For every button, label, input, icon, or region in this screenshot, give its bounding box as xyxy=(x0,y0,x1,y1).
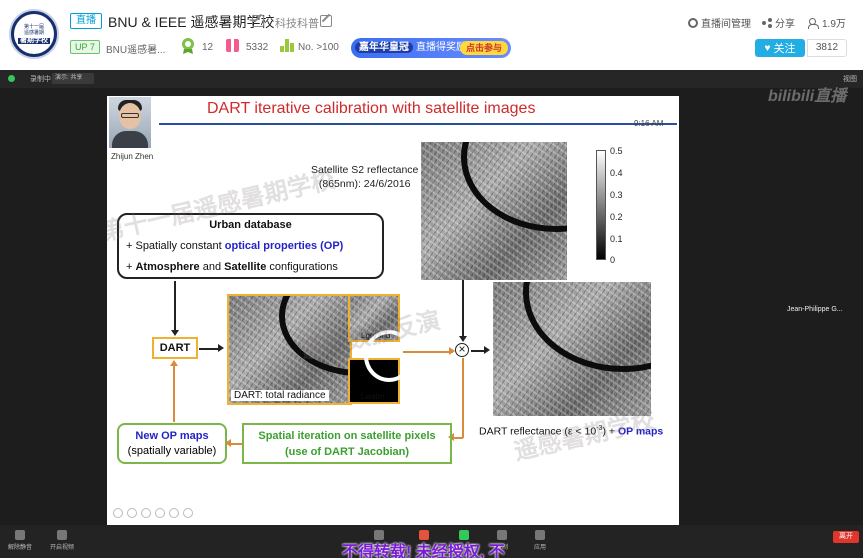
medal-count: 12 xyxy=(202,42,214,53)
promo-button[interactable]: 点击参与 xyxy=(459,41,508,55)
dart-reflectance-image xyxy=(493,282,651,416)
spatial-iteration-box: Spatial iteration on satellite pixels (u… xyxy=(242,423,452,464)
heart-icon: ♥ xyxy=(764,42,771,54)
side-participant-name: Jean-Philippe G... xyxy=(787,306,843,313)
arrow-head xyxy=(170,360,178,366)
room-header: 第十一届 遥感暑期 暑期学校 直播 BNU & IEEE 遥感暑期学校 科技科普… xyxy=(0,0,863,70)
camera-icon xyxy=(57,530,67,540)
dart-radiance-label: DART: total radiance xyxy=(231,390,329,401)
arrow-head xyxy=(484,346,490,354)
gift-count: 5332 xyxy=(246,42,269,53)
viewer-count: 1.9万 xyxy=(808,15,846,30)
room-manage-label: 直播间管理 xyxy=(701,19,751,30)
colorbar-tick: 0.5 xyxy=(610,146,623,156)
arrow-head xyxy=(171,330,179,336)
live-tag: 直播 xyxy=(70,13,102,29)
slide-controls[interactable] xyxy=(113,508,193,518)
arrow-dart-to-radiance xyxy=(199,348,219,350)
start-video-button[interactable]: 开启视频 xyxy=(50,530,74,551)
arrow-radiance-to-otimes xyxy=(403,351,453,353)
unmute-button[interactable]: 解除静音 xyxy=(8,530,32,551)
next-slide-icon[interactable] xyxy=(127,508,137,518)
colorbar-tick: 0.3 xyxy=(610,190,623,200)
apps-icon xyxy=(535,530,545,540)
presenter-video xyxy=(109,97,151,148)
bilibili-live-watermark: bilibili直播 xyxy=(768,88,847,105)
satellite-reflectance-image xyxy=(421,142,567,280)
logo-line3: 暑期学校 xyxy=(18,37,50,44)
gear-icon xyxy=(688,17,698,28)
viewer-count-label: 1.9万 xyxy=(822,19,846,30)
spatial-line2: (use of DART Jacobian) xyxy=(284,446,410,458)
edit-area-icon[interactable] xyxy=(320,15,332,27)
new-op-line2: (spatially variable) xyxy=(127,445,217,457)
arrow-to-spatial xyxy=(453,437,463,439)
arrow-sat-to-otimes xyxy=(462,280,464,336)
share-label: 分享 xyxy=(775,19,795,30)
logo-line2: 遥感暑期 xyxy=(23,30,44,36)
follow-count: 3812 xyxy=(807,39,847,57)
room-title: BNU & IEEE 遥感暑期学校 xyxy=(108,14,275,30)
share-icon xyxy=(762,17,772,28)
gift-icon xyxy=(226,39,239,52)
arrow-spatial-to-op xyxy=(229,443,243,445)
danmaku-comment: 不得转载! 未经授权, 不 xyxy=(342,544,505,558)
area-label[interactable]: 科技科普 xyxy=(275,15,319,31)
up-name[interactable]: BNU遥感暑... xyxy=(106,41,165,56)
people-icon xyxy=(808,17,819,29)
rank-icon xyxy=(280,39,294,52)
colorbar-tick: 0.1 xyxy=(610,234,623,244)
live-room: 第十一届 遥感暑期 暑期学校 直播 BNU & IEEE 遥感暑期学校 科技科普… xyxy=(0,0,863,558)
live-video-player[interactable]: 录制中 演示: 共享 视图 bilibili直播 Jean-Philippe G… xyxy=(0,70,863,558)
prev-slide-icon[interactable] xyxy=(113,508,123,518)
arrow-db-to-dart xyxy=(174,281,176,331)
up-level-badge: UP 7 xyxy=(70,40,100,54)
leave-button[interactable]: 离开 xyxy=(833,531,859,543)
meeting-top-bar: 录制中 演示: 共享 视图 xyxy=(0,70,863,88)
promo-title: 嘉年华皇冠 xyxy=(355,42,413,53)
pen-icon[interactable] xyxy=(141,508,151,518)
edit-title-icon[interactable] xyxy=(252,15,264,27)
new-op-line1: New OP maps xyxy=(135,430,209,442)
dart-box: DART xyxy=(152,337,198,359)
zoom-icon[interactable] xyxy=(169,508,179,518)
colorbar-tick: 0.4 xyxy=(610,168,623,178)
colorbar-tick: 0 xyxy=(610,255,616,265)
room-manage-button[interactable]: 直播间管理 xyxy=(688,15,751,30)
arrow-otimes-to-refl xyxy=(471,350,485,352)
apps-button[interactable]: 应用 xyxy=(534,530,546,551)
recording-dot-icon xyxy=(8,75,15,82)
presenter-name: Zhijun Zhen xyxy=(111,152,154,161)
more-icon[interactable] xyxy=(183,508,193,518)
rank-text: No. >100 xyxy=(298,42,339,53)
promo-banner[interactable]: 嘉年华皇冠 直播得奖励! 点击参与 xyxy=(351,38,511,58)
l-water-label: Lwater xyxy=(361,392,386,401)
urban-db-line2: + Atmosphere and Satellite configuration… xyxy=(126,261,338,273)
arrow-head xyxy=(218,344,224,352)
arrow-otimes-down xyxy=(462,358,464,438)
share-button[interactable]: 分享 xyxy=(762,15,795,30)
copy-icon[interactable] xyxy=(155,508,165,518)
arrow-head xyxy=(225,439,231,447)
presentation-slide: Zhijun Zhen DART iterative calibration w… xyxy=(107,96,679,525)
medal-icon xyxy=(182,38,194,54)
colorbar-tick: 0.2 xyxy=(610,212,623,222)
colorbar xyxy=(596,150,606,260)
spatial-line1: Spatial iteration on satellite pixels xyxy=(258,430,436,442)
multiply-operator: × xyxy=(455,343,469,357)
view-select[interactable]: 演示: 共享 xyxy=(52,73,94,84)
arrow-op-to-dart xyxy=(173,364,175,422)
slide-title: DART iterative calibration with satellit… xyxy=(207,100,536,117)
urban-db-line1: + Spatially constant optical properties … xyxy=(126,240,344,252)
follow-button[interactable]: ♥ 关注 xyxy=(755,39,805,57)
new-op-maps-box: New OP maps (spatially variable) xyxy=(117,423,227,464)
slide-clock: 9:16 AM xyxy=(634,119,664,128)
follow-label: 关注 xyxy=(773,43,796,55)
school-logo[interactable]: 第十一届 遥感暑期 暑期学校 xyxy=(9,9,59,59)
title-rule xyxy=(159,123,677,125)
recording-label: 录制中 xyxy=(30,76,51,83)
microphone-icon xyxy=(15,530,25,540)
